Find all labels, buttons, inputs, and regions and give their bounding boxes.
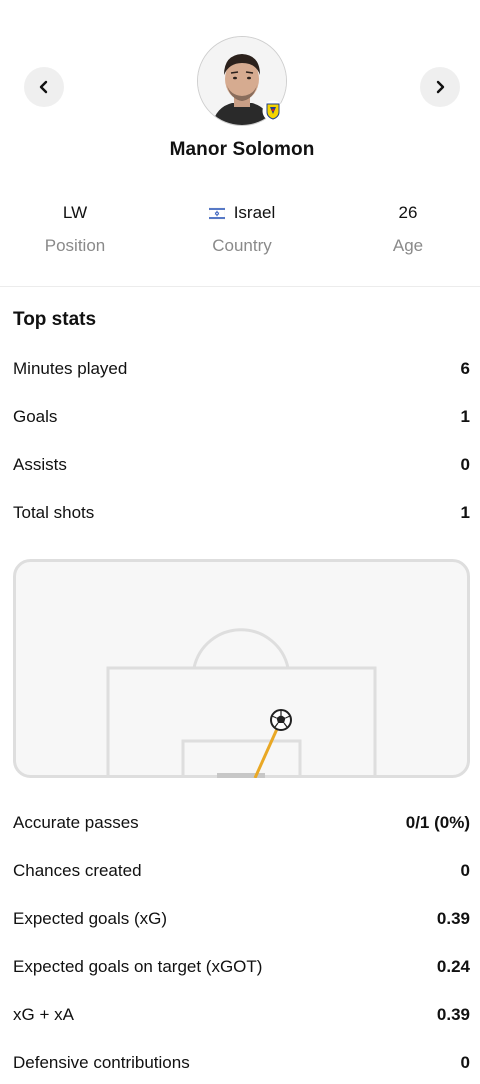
- stat-row: Total shots 1: [13, 500, 470, 526]
- stat-row: Defensive contributions 0: [13, 1050, 470, 1076]
- next-player-button[interactable]: [420, 67, 460, 107]
- position-value: LW: [62, 203, 88, 222]
- stat-row: Minutes played 6: [13, 356, 470, 382]
- stat-label: Accurate passes: [13, 813, 139, 832]
- stat-value: 0/1 (0%): [405, 813, 470, 832]
- country-value: Israel: [233, 203, 276, 222]
- stat-value: 0: [460, 861, 470, 880]
- player-header: Manor Solomon LW Position Israel Country…: [0, 0, 480, 290]
- stat-label: Defensive contributions: [13, 1053, 190, 1072]
- chevron-right-icon: [436, 80, 445, 94]
- player-info-row: LW Position Israel Country 26 Age: [0, 200, 480, 270]
- shot-map[interactable]: [13, 559, 470, 778]
- stat-label: Total shots: [13, 503, 95, 522]
- country-info: Israel Country: [162, 200, 322, 256]
- israel-flag-icon: [208, 206, 225, 220]
- stat-value: 6: [460, 359, 470, 378]
- stat-row: Accurate passes 0/1 (0%): [13, 810, 470, 836]
- age-info: 26 Age: [328, 200, 480, 256]
- stat-value: 0.24: [436, 957, 470, 976]
- age-label: Age: [392, 236, 424, 255]
- age-value: 26: [398, 203, 418, 222]
- position-info: LW Position: [0, 200, 155, 256]
- position-label: Position: [44, 236, 106, 255]
- previous-player-button[interactable]: [24, 67, 64, 107]
- country-label: Country: [212, 236, 272, 255]
- stat-label: xG + xA: [13, 1005, 74, 1024]
- stat-value: 0.39: [436, 909, 470, 928]
- header-divider: [0, 286, 480, 287]
- stat-label: Assists: [13, 455, 67, 474]
- football-icon[interactable]: [270, 709, 292, 731]
- top-stats-title: Top stats: [13, 309, 97, 330]
- stat-label: Minutes played: [13, 359, 128, 378]
- chevron-left-icon: [39, 80, 48, 94]
- stat-value: 1: [460, 407, 470, 426]
- stat-value: 0.39: [436, 1005, 470, 1024]
- stat-value: 0: [460, 455, 470, 474]
- stat-label: Goals: [13, 407, 58, 426]
- stat-value: 0: [460, 1053, 470, 1072]
- stat-row: Assists 0: [13, 452, 470, 478]
- stat-row: Expected goals (xG) 0.39: [13, 906, 470, 932]
- stat-row: Goals 1: [13, 404, 470, 430]
- stat-row: Chances created 0: [13, 858, 470, 884]
- stat-value: 1: [460, 503, 470, 522]
- stat-label: Chances created: [13, 861, 142, 880]
- stat-label: Expected goals (xG): [13, 909, 168, 928]
- country-value-wrap: Israel: [162, 200, 322, 226]
- stat-row: Expected goals on target (xGOT) 0.24: [13, 954, 470, 980]
- stat-label: Expected goals on target (xGOT): [13, 957, 263, 976]
- villarreal-badge-icon: [262, 100, 284, 122]
- stat-row: xG + xA 0.39: [13, 1002, 470, 1028]
- player-name: Manor Solomon: [169, 139, 315, 160]
